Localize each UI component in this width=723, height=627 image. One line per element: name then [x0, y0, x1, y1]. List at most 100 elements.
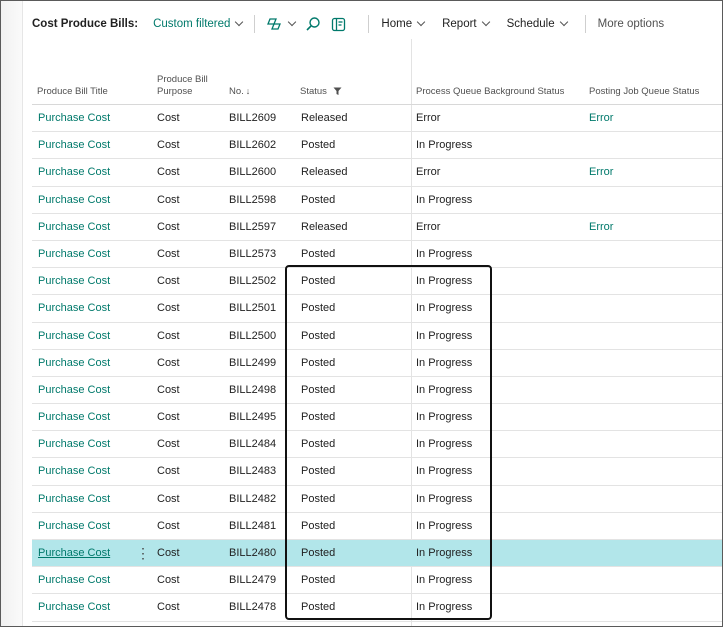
row-purpose: Cost — [157, 492, 180, 505]
table-row[interactable]: Purchase Cost Cost BILL2478 Posted In Progre… — [32, 594, 722, 622]
action-bar: Cost Produce Bills: Custom filtered Home… — [23, 1, 722, 47]
report-menu-label: Report — [442, 18, 477, 30]
row-title-link[interactable]: Purchase Cost — [38, 350, 110, 376]
row-number: BILL2573 — [229, 247, 277, 260]
table-row[interactable]: Purchase Cost Cost BILL2602 Posted In Progre… — [32, 132, 722, 160]
row-title-link[interactable]: Purchase Cost — [38, 268, 110, 294]
row-purpose: Cost — [157, 519, 180, 532]
chevron-down-icon — [235, 17, 244, 27]
row-title-link[interactable]: Purchase Cost — [38, 458, 110, 484]
table-row[interactable]: Purchase Cost Cost BILL2500 Posted In Progre… — [32, 323, 722, 350]
column-header-title-label: Produce Bill Title — [37, 86, 108, 97]
row-purpose: Cost — [157, 220, 180, 233]
chevron-down-icon — [288, 17, 297, 27]
row-status: Posted — [301, 519, 336, 532]
row-title-link[interactable]: Purchase Cost — [38, 241, 110, 267]
toolbar-divider — [584, 15, 586, 33]
row-posting-queue-status[interactable]: Error — [589, 159, 613, 185]
table-row[interactable]: Purchase Cost Cost BILL2600 Released Error Er… — [32, 159, 722, 187]
row-title-link[interactable]: Purchase Cost — [38, 513, 110, 539]
list-header: Produce Bill Title Produce Bill Purpose … — [32, 47, 722, 105]
row-process-queue-status: In Progress — [416, 356, 473, 369]
column-header-process-queue[interactable]: Process Queue Background Status — [416, 86, 564, 98]
row-process-queue-status: In Progress — [416, 247, 473, 260]
report-menu-button[interactable]: Report — [442, 17, 490, 30]
column-header-title[interactable]: Produce Bill Title — [37, 86, 108, 98]
row-status: Posted — [301, 438, 336, 451]
table-row[interactable]: Purchase Cost Cost BILL2609 Released Error Er… — [32, 105, 722, 133]
row-status: Posted — [301, 247, 336, 260]
row-number: BILL2481 — [229, 519, 277, 532]
row-status: Posted — [301, 275, 336, 288]
row-title-link[interactable]: Purchase Cost — [38, 159, 110, 185]
table-row[interactable]: Purchase Cost Cost BILL2495 Posted In Progre… — [32, 404, 722, 432]
row-posting-queue-status[interactable]: Error — [589, 214, 613, 240]
column-header-status[interactable]: Status — [300, 86, 342, 98]
table-row[interactable]: Purchase Cost Cost BILL2479 Posted In Progre… — [32, 567, 722, 595]
row-number: BILL2502 — [229, 275, 277, 288]
column-header-posting-queue[interactable]: Posting Job Queue Status — [589, 86, 699, 98]
more-options-button[interactable]: More options — [598, 18, 664, 30]
page-frame: Cost Produce Bills: Custom filtered Home… — [0, 0, 723, 627]
row-status: Released — [301, 166, 348, 179]
row-actions-menu-icon[interactable]: ⋮ — [136, 540, 150, 566]
row-title-link[interactable]: Purchase Cost — [38, 214, 110, 240]
table-row[interactable]: Purchase Cost Cost BILL2573 Posted In Progre… — [32, 241, 722, 269]
sort-descending-icon: ↓ — [245, 86, 251, 96]
row-status: Posted — [301, 329, 336, 342]
chevron-down-icon — [416, 17, 426, 27]
row-title-link[interactable]: Purchase Cost — [38, 377, 110, 403]
bills-list: Produce Bill Title Produce Bill Purpose … — [32, 39, 722, 626]
row-purpose: Cost — [157, 356, 180, 369]
row-title-link[interactable]: Purchase Cost — [38, 187, 110, 213]
toolbar-divider — [254, 15, 256, 33]
search-button[interactable] — [305, 16, 321, 32]
row-posting-queue-status[interactable]: Error — [589, 105, 613, 131]
table-row[interactable]: Purchase Cost Cost BILL2502 Posted In Progre… — [32, 268, 722, 296]
row-title-link[interactable]: Purchase Cost — [38, 323, 110, 349]
row-process-queue-status: In Progress — [416, 139, 473, 152]
row-status: Posted — [301, 411, 336, 424]
row-process-queue-status: In Progress — [416, 383, 473, 396]
row-process-queue-status: Error — [416, 166, 441, 179]
table-row[interactable]: Purchase Cost Cost BILL2597 Released Error Er… — [32, 214, 722, 241]
home-menu-button[interactable]: Home — [381, 17, 426, 30]
schedule-menu-button[interactable]: Schedule — [506, 17, 568, 30]
row-title-link[interactable]: Purchase Cost — [38, 404, 110, 430]
row-number: BILL2598 — [229, 193, 277, 206]
table-row[interactable]: Purchase Cost Cost BILL2499 Posted In Progre… — [32, 350, 722, 377]
row-title-link[interactable]: Purchase Cost — [38, 295, 110, 321]
column-header-no-label: No. — [229, 86, 244, 97]
row-process-queue-status: In Progress — [416, 519, 473, 532]
table-row[interactable]: Purchase Cost Cost BILL2480 Posted In Progre… — [32, 540, 722, 568]
row-title-link[interactable]: Purchase Cost — [38, 567, 110, 593]
row-process-queue-status: In Progress — [416, 465, 473, 478]
row-status: Posted — [301, 492, 336, 505]
table-row[interactable]: Purchase Cost Cost BILL2501 Posted In Progre… — [32, 295, 722, 323]
row-purpose: Cost — [157, 438, 180, 451]
table-row[interactable]: Purchase Cost Cost BILL2481 Posted In Progre… — [32, 513, 722, 540]
column-header-purpose[interactable]: Produce Bill Purpose — [157, 74, 208, 98]
row-process-queue-status: In Progress — [416, 574, 473, 587]
view-filter-dropdown[interactable]: Custom filtered — [153, 17, 244, 30]
table-row[interactable]: Purchase Cost Cost BILL2483 Posted In Progre… — [32, 458, 722, 486]
schedule-menu-label: Schedule — [506, 18, 555, 30]
table-row[interactable]: Purchase Cost Cost BILL2598 Posted In Progre… — [32, 187, 722, 214]
row-title-link[interactable]: Purchase Cost — [38, 105, 110, 131]
row-title-link[interactable]: Purchase Cost — [38, 540, 110, 566]
column-header-no[interactable]: No. ↓ — [229, 85, 250, 98]
row-title-link[interactable]: Purchase Cost — [38, 431, 110, 457]
row-title-link[interactable]: Purchase Cost — [38, 594, 110, 620]
copilot-button[interactable] — [267, 17, 297, 31]
column-header-process-queue-label: Process Queue Background Status — [416, 86, 565, 97]
filter-pane-button[interactable] — [331, 17, 346, 32]
column-header-status-label: Status — [300, 86, 327, 97]
row-purpose: Cost — [157, 547, 180, 559]
row-title-link[interactable]: Purchase Cost — [38, 132, 110, 158]
table-row[interactable]: Purchase Cost Cost BILL2498 Posted In Progre… — [32, 377, 722, 405]
row-status: Posted — [301, 547, 336, 559]
row-process-queue-status: In Progress — [416, 193, 473, 206]
table-row[interactable]: Purchase Cost Cost BILL2482 Posted In Progre… — [32, 486, 722, 513]
row-title-link[interactable]: Purchase Cost — [38, 486, 110, 512]
table-row[interactable]: Purchase Cost Cost BILL2484 Posted In Progre… — [32, 431, 722, 459]
